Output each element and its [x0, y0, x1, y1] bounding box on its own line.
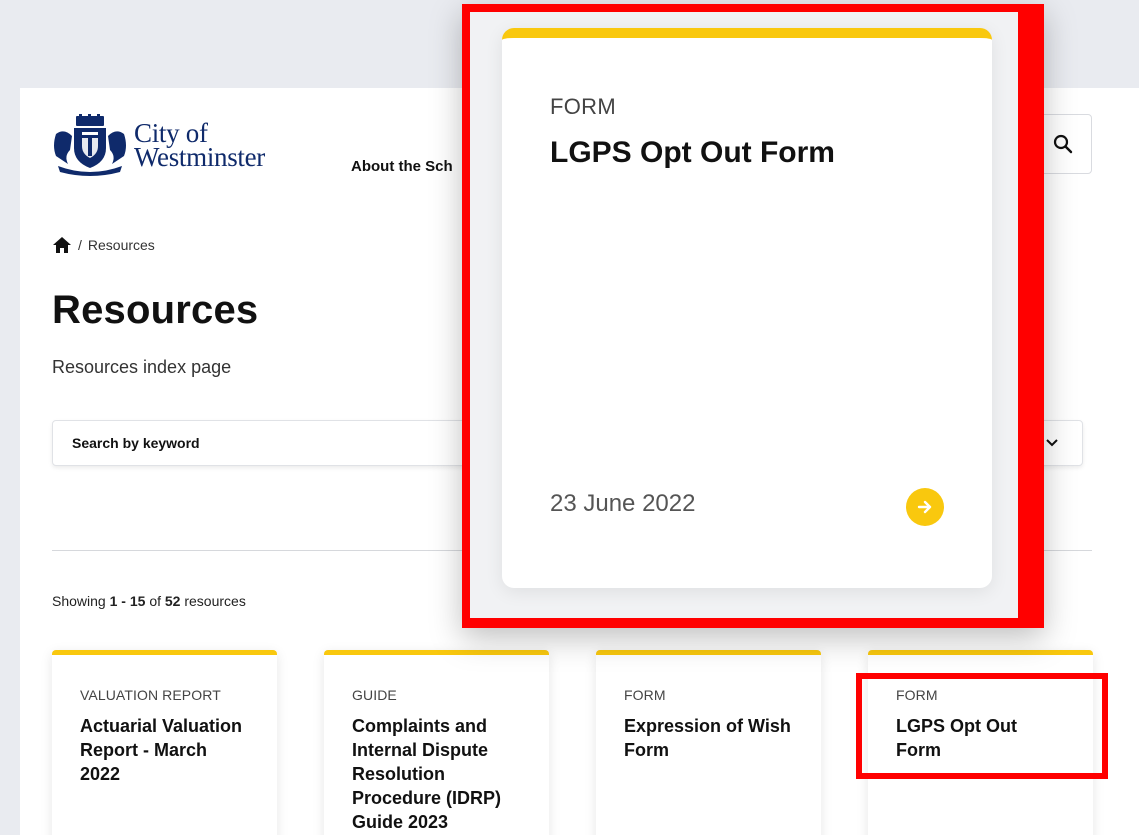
breadcrumb-current: Resources: [87, 237, 155, 253]
zoom-card-date: 23 June 2022: [550, 490, 696, 517]
zoom-card-title: LGPS Opt Out Form: [550, 136, 835, 169]
breadcrumb-separator: /: [78, 237, 82, 253]
page-subtitle: Resources index page: [52, 357, 232, 377]
resource-card-actuarial[interactable]: VALUATION REPORT Actuarial Valuation Rep…: [52, 650, 277, 835]
resource-card-idrp-guide[interactable]: GUIDE Complaints and Internal Dispute Re…: [324, 650, 549, 835]
card-type: GUIDE: [352, 687, 397, 703]
arrow-right-glyph: [917, 500, 932, 514]
arrow-right-icon[interactable]: [906, 488, 944, 526]
card-title: Complaints and Internal Dispute Resoluti…: [352, 716, 502, 832]
resource-card-lgps-opt-out[interactable]: FORM LGPS Opt Out Form: [868, 650, 1093, 835]
zoom-panel: FORM LGPS Opt Out Form 23 June 2022: [470, 12, 1018, 618]
nav-about-the-scheme[interactable]: About the Sch: [351, 158, 453, 175]
search-icon: [1053, 134, 1073, 154]
resource-card-expression-of-wish[interactable]: FORM Expression of Wish Form: [596, 650, 821, 835]
city-of-westminster-logo[interactable]: City of Westminster: [52, 114, 265, 176]
card-type: FORM: [896, 687, 938, 703]
card-title: LGPS Opt Out Form: [896, 716, 1017, 760]
chevron-down-icon: [1045, 439, 1058, 447]
card-type: VALUATION REPORT: [80, 687, 221, 703]
card-title: Actuarial Valuation Report - March 2022: [80, 716, 243, 784]
breadcrumb: / Resources: [52, 236, 155, 254]
home-icon[interactable]: [52, 236, 72, 254]
logo-line2: Westminster: [134, 142, 266, 172]
page-title: Resources: [52, 288, 259, 332]
search-input[interactable]: [52, 420, 482, 466]
zoomed-resource-card[interactable]: FORM LGPS Opt Out Form 23 June 2022: [502, 28, 992, 588]
logo-wordmark: City of Westminster: [134, 120, 266, 172]
zoom-card-type: FORM: [550, 94, 616, 119]
crest-icon: [54, 114, 126, 176]
card-title: Expression of Wish Form: [624, 716, 791, 760]
results-count: Showing 1 - 15 of 52 resources: [52, 593, 246, 609]
card-type: FORM: [624, 687, 666, 703]
